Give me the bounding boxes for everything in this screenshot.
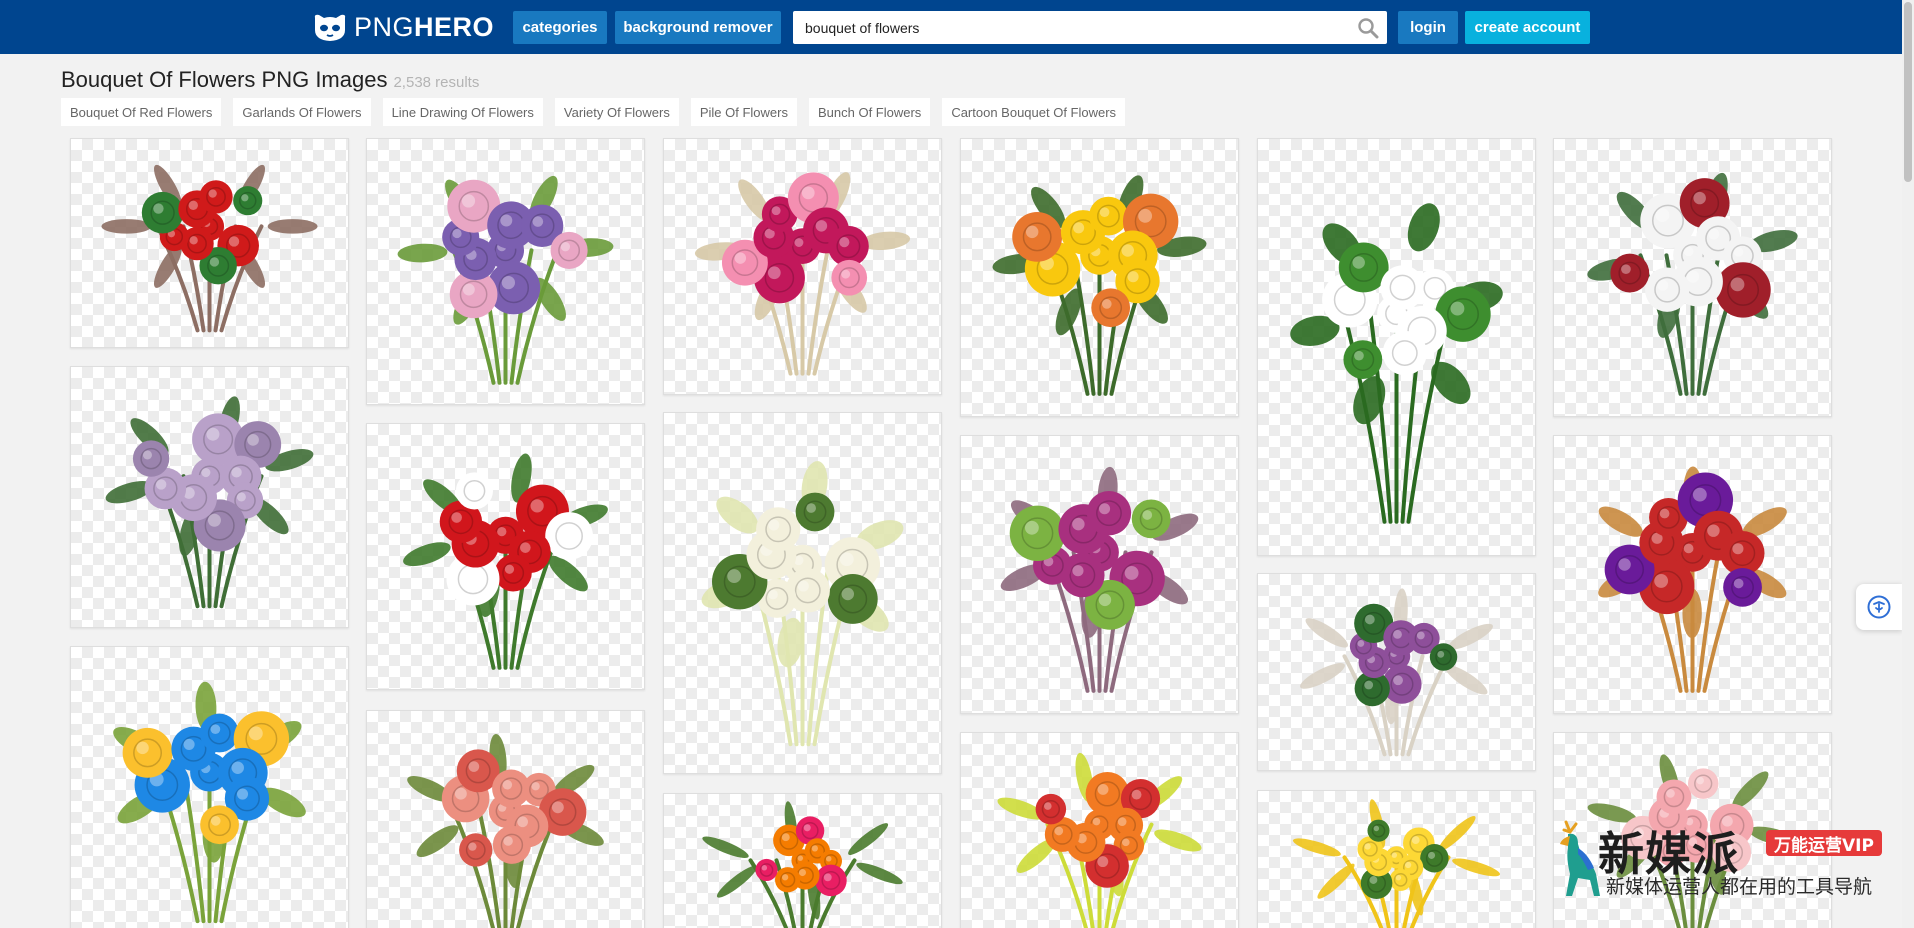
flower-illustration (702, 801, 903, 928)
mask-logo-icon (314, 14, 346, 42)
image-card-vintage-pink-roses[interactable] (366, 710, 645, 928)
page-scrollbar[interactable] (1902, 0, 1914, 928)
page-title: Bouquet Of Flowers PNG Images 2,538 resul… (61, 67, 479, 93)
tag-line-drawing-of-flowers[interactable]: Line Drawing Of Flowers (382, 98, 543, 126)
image-card-purple-columbine[interactable] (366, 138, 645, 405)
categories-button[interactable]: categories (513, 11, 607, 44)
image-card-wildflower-posy[interactable] (1257, 573, 1536, 771)
image-card-tulip-basket[interactable] (1553, 435, 1832, 714)
translate-icon (1867, 595, 1891, 619)
flower-illustration (1290, 203, 1503, 524)
create-account-button[interactable]: create account (1465, 11, 1590, 44)
search-input[interactable] (793, 11, 1353, 44)
flower-illustration (101, 164, 318, 333)
image-card-peony-arrangement[interactable] (663, 793, 942, 928)
background-remover-button[interactable]: background remover (615, 11, 781, 44)
flower-illustration (1598, 466, 1787, 693)
promo-banner[interactable]: 新媒派 万能运营VIP 新媒体运营人都在用的工具导航 (1548, 818, 1898, 918)
image-card-yellow-roses[interactable] (1257, 790, 1536, 928)
image-card-white-roses[interactable] (663, 412, 942, 774)
flower-illustration (1587, 172, 1798, 396)
flower-illustration (997, 752, 1202, 928)
promo-subtitle: 新媒体运营人都在用的工具导航 (1606, 876, 1873, 898)
image-card-red-anthurium[interactable] (70, 138, 349, 348)
flower-illustration (694, 172, 911, 376)
results-count: 2,538 results (393, 74, 480, 91)
flower-illustration (397, 175, 614, 385)
flower-illustration (992, 175, 1207, 396)
tag-bunch-of-flowers[interactable]: Bunch Of Flowers (808, 98, 931, 126)
image-card-lily-of-the-valley[interactable] (1257, 138, 1536, 556)
image-card-sunflower-pot[interactable] (960, 138, 1239, 417)
flower-illustration (403, 453, 608, 670)
flower-illustration (407, 733, 604, 928)
top-navigation-bar: PNGHERO categories background remover lo… (0, 0, 1902, 54)
image-card-purple-tulips[interactable] (960, 435, 1239, 714)
logo-text-png: PNG (354, 11, 415, 42)
search-icon[interactable] (1357, 17, 1379, 39)
image-card-blue-yellow-flowers[interactable] (70, 646, 349, 928)
image-card-lavender-roses[interactable] (70, 366, 349, 628)
scrollbar-thumb[interactable] (1904, 2, 1912, 182)
tag-bouquet-of-red-flowers[interactable]: Bouquet Of Red Flowers (61, 98, 222, 126)
search-box (793, 11, 1387, 44)
logo-text-hero: HERO (414, 11, 495, 42)
related-tags: Bouquet Of Red Flowers Garlands Of Flowe… (61, 98, 1126, 126)
image-card-gerbera-bouquet[interactable] (960, 732, 1239, 928)
tag-garlands-of-flowers[interactable]: Garlands Of Flowers (233, 98, 371, 126)
flower-illustration (701, 461, 904, 747)
flower-illustration (1292, 799, 1501, 928)
image-card-carnation-basket[interactable] (663, 138, 942, 395)
flower-illustration (1000, 466, 1199, 693)
results-title: Bouquet Of Flowers PNG Images (61, 67, 388, 92)
flower-illustration (105, 396, 314, 609)
flower-illustration (113, 681, 306, 924)
image-card-poinsettia-garland[interactable] (1553, 138, 1832, 417)
tag-variety-of-flowers[interactable]: Variety Of Flowers (554, 98, 679, 126)
promo-vip-badge: 万能运营VIP (1766, 830, 1882, 856)
floating-translate-widget[interactable] (1856, 584, 1902, 630)
login-button[interactable]: login (1398, 11, 1458, 44)
logo-text: PNGHERO (354, 12, 494, 43)
flower-illustration (1300, 588, 1493, 757)
tag-pile-of-flowers[interactable]: Pile Of Flowers (690, 98, 797, 126)
image-card-red-roses-gypsophila[interactable] (366, 423, 645, 690)
tag-cartoon-bouquet-of-flowers[interactable]: Cartoon Bouquet Of Flowers (942, 98, 1126, 126)
pnghero-logo[interactable]: PNGHERO (312, 12, 494, 42)
